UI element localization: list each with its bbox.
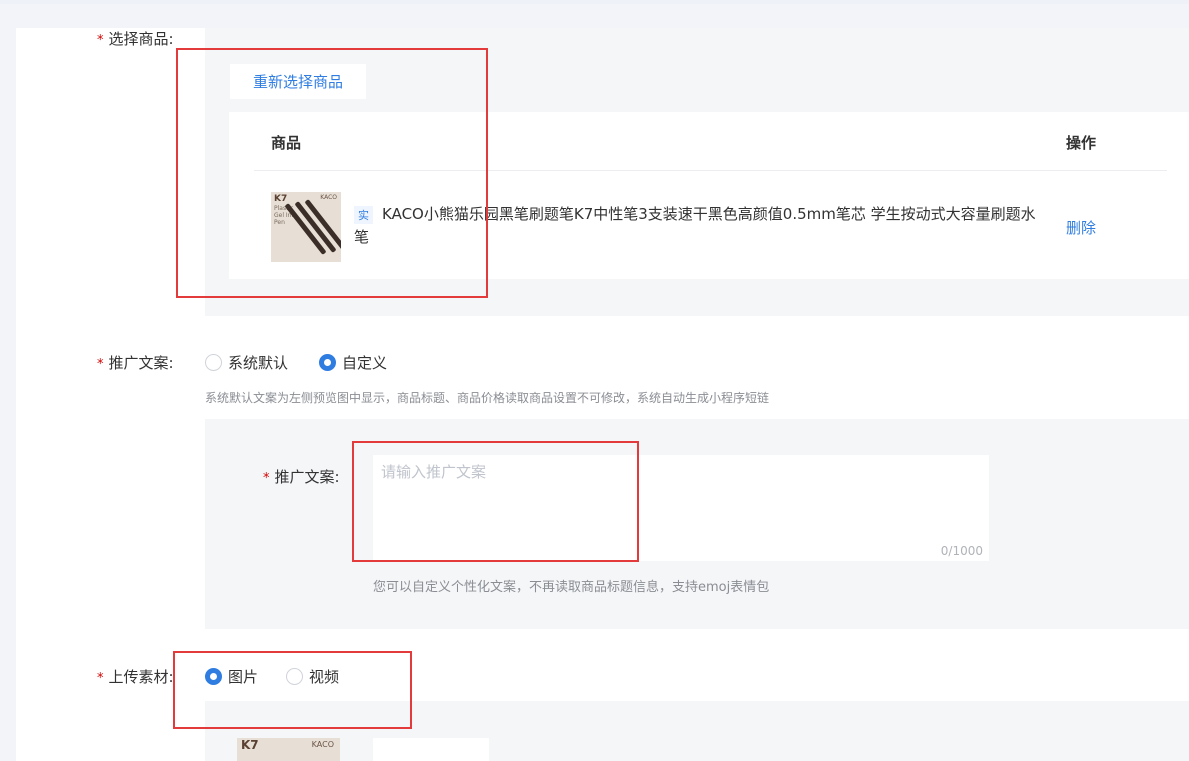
select-product-label: * 选择商品:	[97, 30, 174, 48]
radio-custom[interactable]: 自定义	[319, 352, 387, 373]
custom-copy-hint: 您可以自定义个性化文案，不再读取商品标题信息，支持emoj表情包	[373, 580, 770, 595]
upload-material-label: * 上传素材:	[97, 668, 174, 686]
radio-system-default[interactable]: 系统默认	[205, 352, 288, 373]
char-counter: 0/1000	[940, 544, 983, 558]
promo-copy-label: * 推广文案:	[97, 354, 174, 372]
required-mark: *	[97, 33, 104, 48]
top-strip	[0, 0, 1189, 4]
promo-copy-hint: 系统默认文案为左侧预览图中显示，商品标题、商品价格读取商品设置不可修改，系统自动…	[205, 391, 770, 405]
material-thumbnail[interactable]: K7 KACO	[237, 738, 340, 761]
delete-product-link[interactable]: 删除	[1066, 217, 1096, 238]
radio-checked-icon	[319, 354, 336, 371]
custom-copy-label: * 推广文案:	[263, 468, 340, 486]
table-header-action: 操作	[1066, 134, 1097, 152]
annotation-box-textarea	[352, 441, 639, 562]
upload-slot[interactable]	[373, 738, 489, 761]
radio-circle-icon	[205, 354, 222, 371]
annotation-box-upload	[173, 651, 412, 729]
annotation-box-product	[176, 48, 488, 298]
